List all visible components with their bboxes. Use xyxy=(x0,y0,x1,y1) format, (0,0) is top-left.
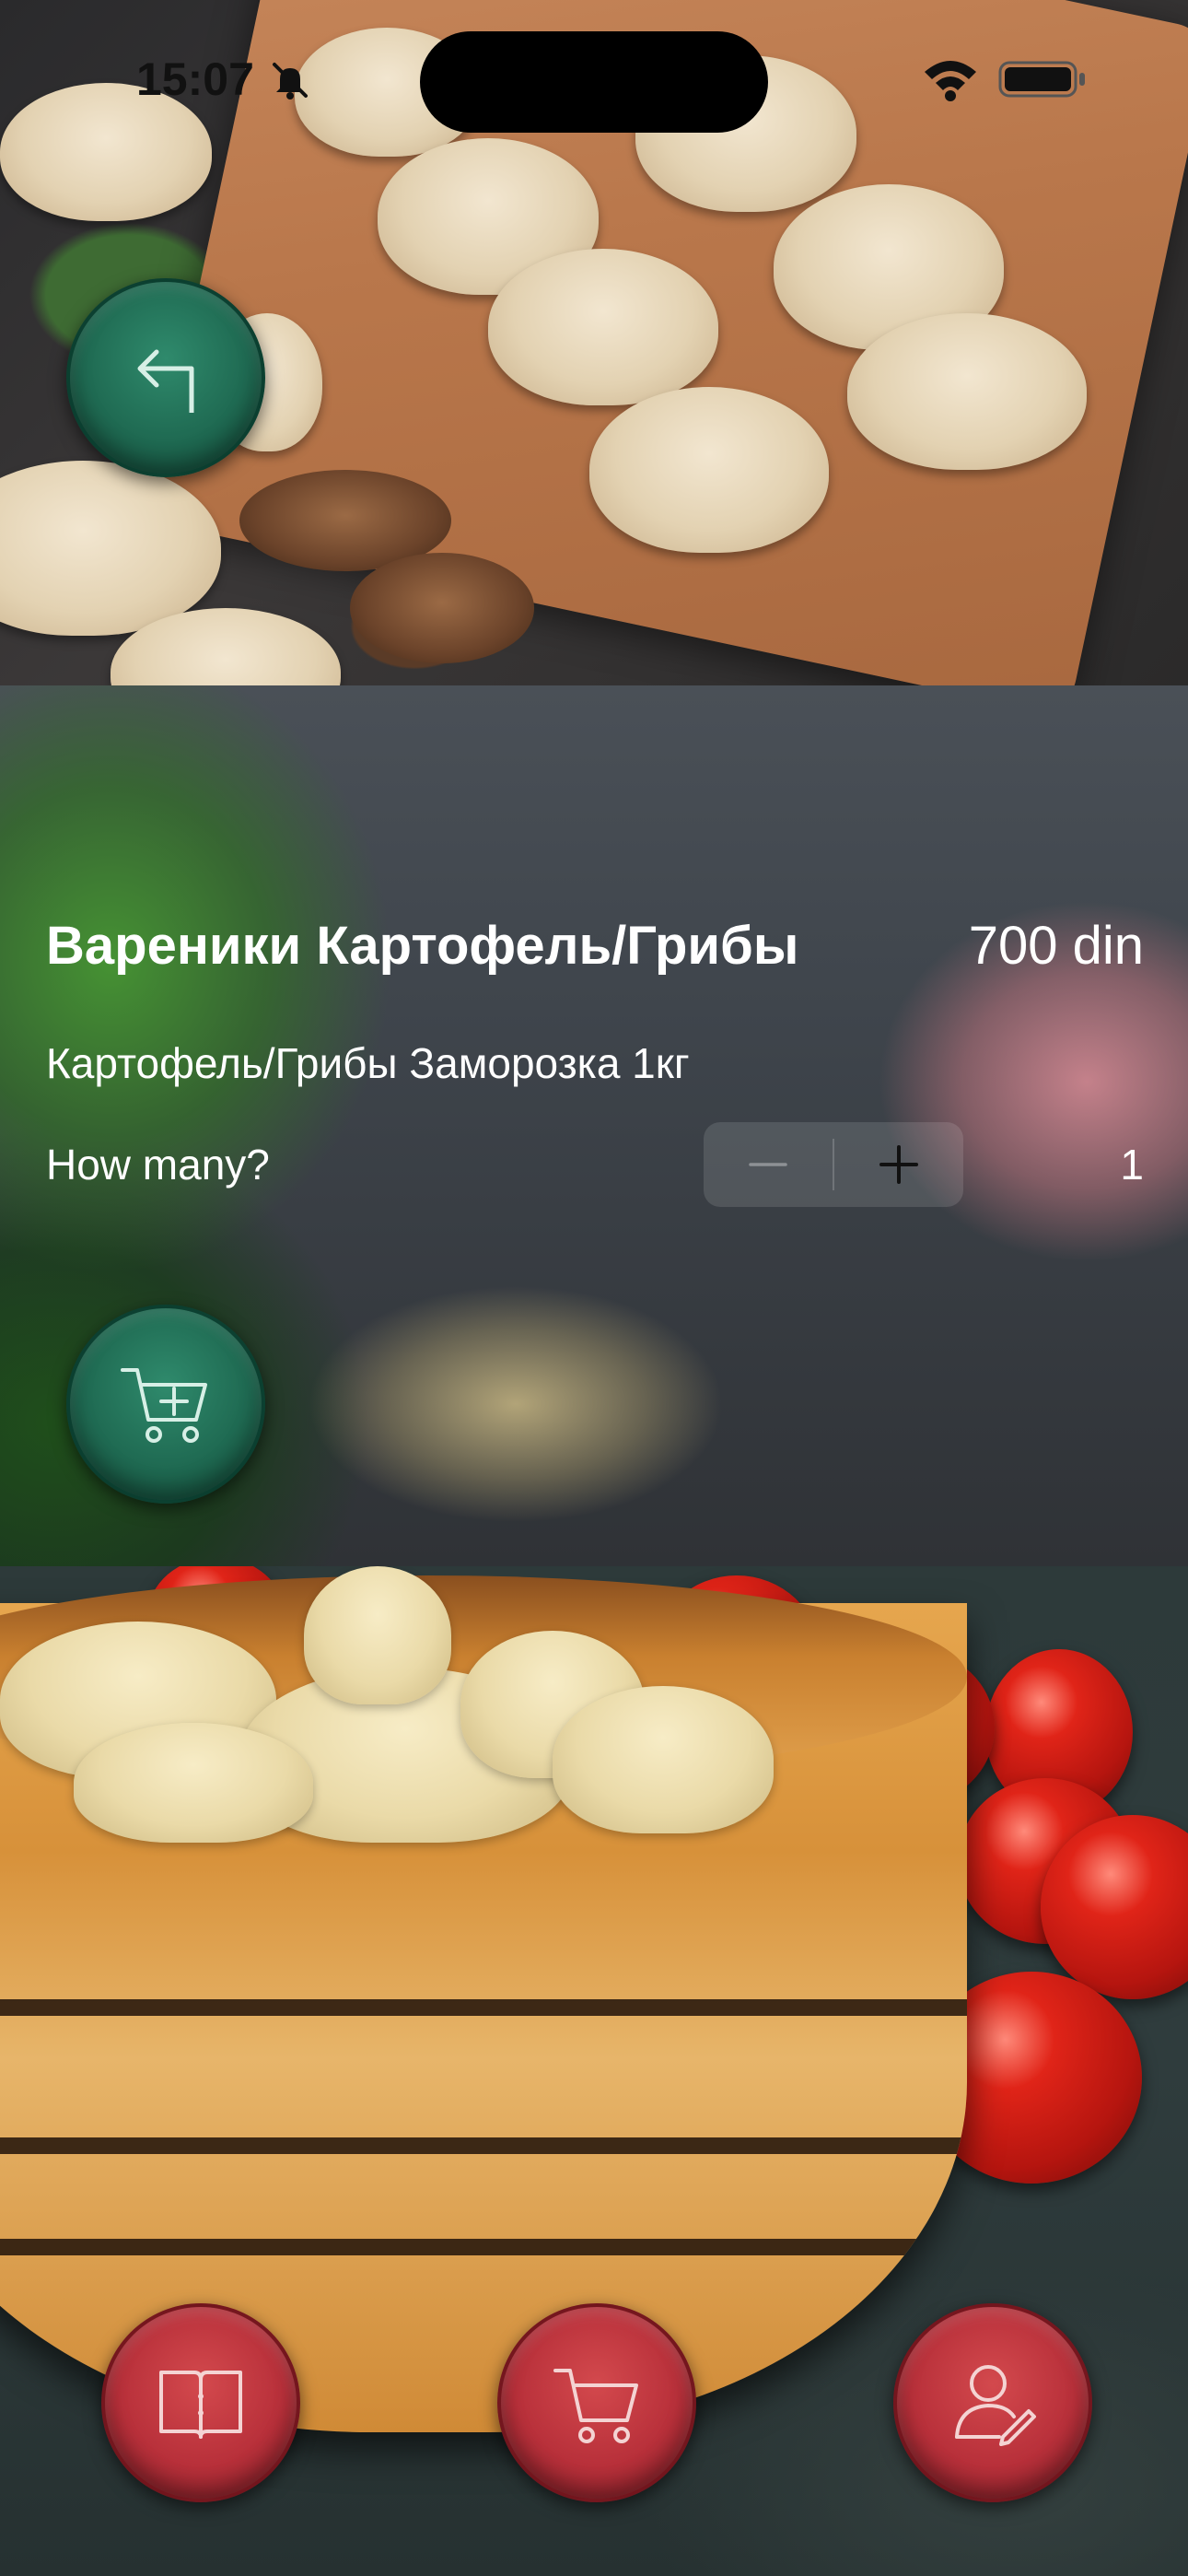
quantity-label: How many? xyxy=(46,1141,270,1188)
product-info-panel: Вареники Картофель/Грибы 700 din Картофе… xyxy=(0,685,1188,1566)
quantity-value: 1 xyxy=(1120,1141,1144,1188)
add-to-cart-button[interactable] xyxy=(66,1305,265,1504)
tab-profile-button[interactable] xyxy=(893,2303,1092,2502)
plus-icon xyxy=(879,1145,918,1184)
profile-icon xyxy=(955,2365,1036,2446)
wifi-icon xyxy=(925,61,976,101)
increment-button[interactable] xyxy=(834,1122,963,1207)
decrement-button[interactable] xyxy=(704,1122,833,1207)
dynamic-island xyxy=(420,31,768,133)
battery-icon xyxy=(998,61,1085,98)
menu-book-icon xyxy=(159,2371,242,2439)
bell-slash-icon xyxy=(273,63,308,100)
cart-icon xyxy=(553,2369,638,2443)
back-button[interactable] xyxy=(66,278,265,477)
status-bar: 15:07 xyxy=(0,0,1188,147)
status-time: 15:07 xyxy=(136,53,254,105)
product-description: Картофель/Грибы Заморозка 1кг xyxy=(46,1039,690,1087)
tab-menu-button[interactable] xyxy=(101,2303,300,2502)
minus-icon xyxy=(749,1163,787,1166)
tab-cart-button[interactable] xyxy=(497,2303,696,2502)
product-detail-screen: Вареники Картофель/Грибы 700 din Картофе… xyxy=(0,0,1188,2576)
product-title: Вареники Картофель/Грибы xyxy=(46,916,799,976)
product-price: 700 din xyxy=(968,916,1144,976)
cart-plus-icon xyxy=(121,1368,207,1443)
quantity-stepper[interactable] xyxy=(704,1122,963,1207)
back-arrow-icon xyxy=(137,349,194,413)
